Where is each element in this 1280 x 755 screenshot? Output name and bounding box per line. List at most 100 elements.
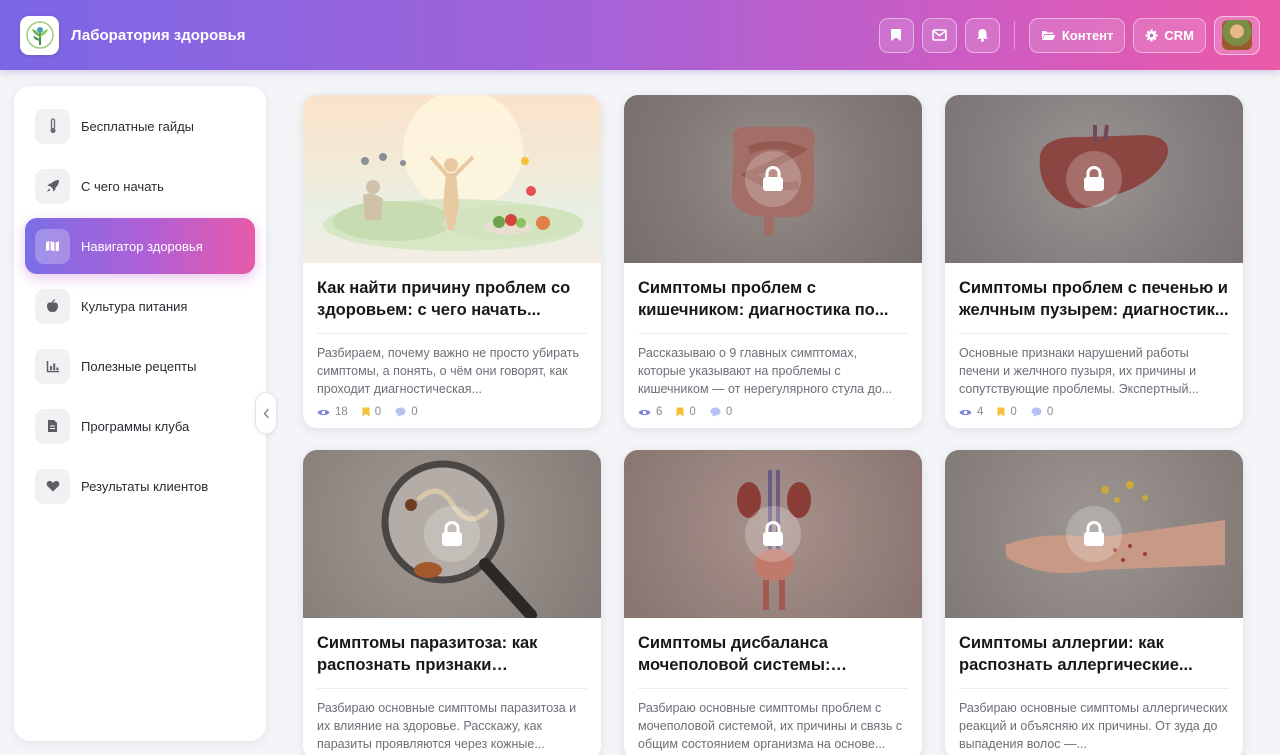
bookmarks-button[interactable] xyxy=(878,17,914,53)
chart-icon xyxy=(35,348,70,384)
bookmarks-stat: 0 xyxy=(676,406,696,418)
article-card[interactable]: Симптомы проблем с кишечником: диагности… xyxy=(624,95,922,428)
article-description: Разбираю основные симптомы проблем с моч… xyxy=(638,701,903,751)
comments-stat: 0 xyxy=(395,406,418,418)
sidebar-item-label: Навигатор здоровья xyxy=(81,238,203,254)
app-title: Лаборатория здоровья xyxy=(71,26,246,44)
folder-open-icon xyxy=(1041,31,1056,40)
avatar-photo xyxy=(1222,20,1252,50)
comment-icon xyxy=(1031,407,1042,417)
rocket-icon xyxy=(35,168,70,204)
heart-icon xyxy=(35,468,70,504)
comment-icon xyxy=(710,407,721,417)
lock-icon xyxy=(1084,521,1104,546)
article-description: Основные признаки нарушений работы печен… xyxy=(959,346,1199,396)
article-description: Разбираем, почему важно не просто убират… xyxy=(317,346,580,396)
article-card[interactable]: Симптомы дисбаланса мочеполовой системы:… xyxy=(624,450,922,755)
article-cover-image xyxy=(303,450,601,618)
locked-content-indicator xyxy=(1066,151,1122,207)
top-navigation-bar: Лаборатория здоровья Контент CRM xyxy=(0,0,1280,70)
comments-count: 0 xyxy=(411,406,418,418)
user-avatar[interactable] xyxy=(1214,15,1260,55)
article-description: Разбираю основные симптомы аллергических… xyxy=(959,701,1228,751)
sidebar-item-client-results[interactable]: Результаты клиентов xyxy=(25,458,255,514)
header-divider xyxy=(1013,21,1015,49)
apple-icon xyxy=(35,288,70,324)
divider xyxy=(959,688,1229,689)
comments-count: 0 xyxy=(725,406,733,418)
comment-icon xyxy=(395,407,406,417)
lock-icon xyxy=(763,166,783,191)
bookmarks-count: 0 xyxy=(1010,406,1017,418)
article-title[interactable]: Симптомы проблем с печенью и желчным пуз… xyxy=(959,277,1229,321)
map-icon xyxy=(35,228,70,264)
notifications-button[interactable] xyxy=(964,17,1000,53)
sidebar-item-label: С чего начать xyxy=(81,178,164,194)
bookmarks-count: 0 xyxy=(689,406,696,418)
article-cover-image xyxy=(945,450,1243,618)
sidebar-item-useful-recipes[interactable]: Полезные рецепты xyxy=(25,338,255,394)
locked-content-indicator xyxy=(745,506,801,562)
chevron-left-icon xyxy=(262,408,269,418)
article-title[interactable]: Как найти причину проблем со здоровьем: … xyxy=(317,277,587,321)
bookmark-icon xyxy=(997,407,1005,417)
sidebar-item-health-navigator[interactable]: Навигатор здоровья xyxy=(25,218,255,274)
bookmark-icon xyxy=(362,407,370,417)
article-card[interactable]: Симптомы проблем с печенью и желчным пуз… xyxy=(945,95,1243,428)
views-count: 18 xyxy=(335,406,348,418)
sidebar-item-label: Программы клуба xyxy=(81,418,190,434)
bookmark-icon xyxy=(676,407,684,417)
thermometer-icon xyxy=(35,108,70,144)
views-count: 4 xyxy=(977,406,984,418)
comments-stat: 0 xyxy=(1031,406,1053,418)
lock-icon xyxy=(763,521,783,546)
divider xyxy=(638,333,908,334)
gear-icon xyxy=(1145,29,1158,41)
comments-stat: 0 xyxy=(710,406,732,418)
article-card[interactable]: Как найти причину проблем со здоровьем: … xyxy=(303,95,601,428)
sidebar-item-getting-started[interactable]: С чего начать xyxy=(25,158,255,214)
sidebar: Бесплатные гайды С чего начать Навигатор… xyxy=(14,86,266,741)
eye-icon xyxy=(638,409,651,415)
article-description: Разбираю основные симптомы паразитоза и … xyxy=(317,701,577,751)
bookmarks-stat: 0 xyxy=(362,406,381,418)
sidebar-item-free-guides[interactable]: Бесплатные гайды xyxy=(25,98,255,154)
comments-count: 0 xyxy=(1046,406,1054,418)
crm-button[interactable]: CRM xyxy=(1133,17,1206,53)
bookmarks-count: 0 xyxy=(374,406,382,418)
messages-button[interactable] xyxy=(921,17,957,53)
envelope-icon xyxy=(932,29,947,41)
article-card[interactable]: Симптомы аллергии: как распознать аллерг… xyxy=(945,450,1243,755)
article-cover-image xyxy=(624,450,922,618)
content-button-label: Контент xyxy=(1061,27,1114,43)
sidebar-item-label: Полезные рецепты xyxy=(81,358,197,374)
article-stats: 6 0 0 xyxy=(638,406,908,418)
sidebar-collapse-button[interactable] xyxy=(255,392,277,434)
article-card[interactable]: Симптомы паразитоза: как распознать приз… xyxy=(303,450,601,755)
content-button[interactable]: Контент xyxy=(1028,17,1126,53)
leaf-logo-icon xyxy=(25,21,54,49)
eye-icon xyxy=(317,409,330,415)
sidebar-item-nutrition-culture[interactable]: Культура питания xyxy=(25,278,255,334)
article-title[interactable]: Симптомы аллергии: как распознать аллерг… xyxy=(959,632,1229,676)
article-stats: 18 0 0 xyxy=(317,406,587,418)
locked-content-indicator xyxy=(424,506,480,562)
article-title[interactable]: Симптомы паразитоза: как распознать приз… xyxy=(317,632,587,676)
sidebar-item-label: Культура питания xyxy=(81,298,188,314)
bell-icon xyxy=(976,29,988,42)
sidebar-item-label: Бесплатные гайды xyxy=(81,118,195,134)
divider xyxy=(638,688,908,689)
app-logo[interactable] xyxy=(20,15,59,55)
bookmarks-stat: 0 xyxy=(997,406,1017,418)
article-title[interactable]: Симптомы проблем с кишечником: диагности… xyxy=(638,277,908,321)
article-cover-image xyxy=(945,95,1243,263)
bookmark-icon xyxy=(891,29,902,41)
lock-icon xyxy=(1084,166,1104,191)
views-count: 6 xyxy=(656,406,663,418)
divider xyxy=(317,333,587,334)
sidebar-item-club-programs[interactable]: Программы клуба xyxy=(25,398,255,454)
article-title[interactable]: Симптомы дисбаланса мочеполовой системы:… xyxy=(638,632,908,676)
sidebar-item-label: Результаты клиентов xyxy=(81,478,209,494)
article-description: Рассказываю о 9 главных симптомах, котор… xyxy=(638,346,893,396)
views-stat: 18 xyxy=(317,406,348,418)
